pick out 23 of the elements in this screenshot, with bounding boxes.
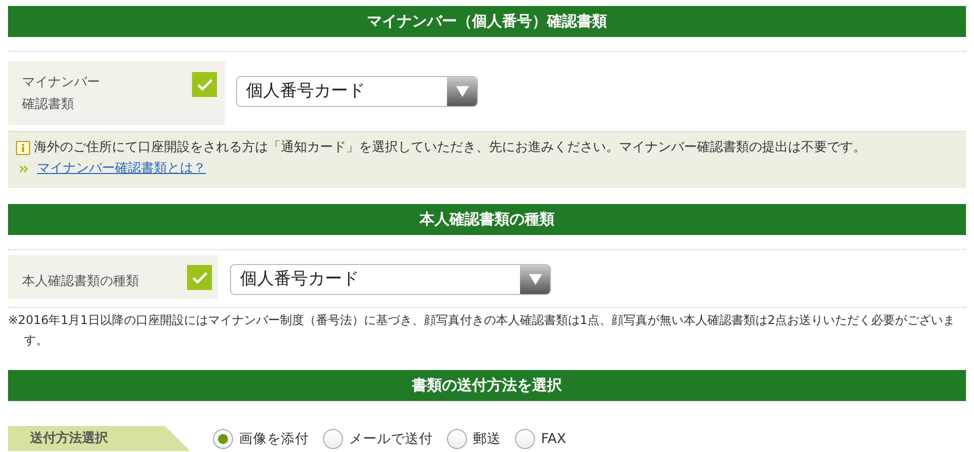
radio-option[interactable]: 画像を添付 <box>213 428 309 448</box>
radio-option[interactable]: FAX <box>515 428 566 448</box>
radio-button[interactable] <box>447 428 467 448</box>
info-icon <box>16 140 30 154</box>
radio-button[interactable] <box>213 428 233 448</box>
section-heading: 書類の送付方法を選択 <box>8 370 966 401</box>
field-label: 本人確認書類の種類 <box>22 272 139 290</box>
double-chevron-icon <box>19 164 29 172</box>
delivery-label: 送付方法選択 <box>8 426 190 451</box>
section-heading: 本人確認書類の種類 <box>8 204 966 235</box>
radio-option[interactable]: メールで送付 <box>323 428 433 448</box>
info-link[interactable]: マイナンバー確認書類とは？ <box>37 158 206 179</box>
document-select[interactable]: 個人番号カード <box>230 264 551 295</box>
note-text: ※2016年1月1日以降の口座開設にはマイナンバー制度（番号法）に基づき、顔写真付きの本人確認書類は1点、顔写真が無い本人確認書類は2点お送りいただく必要がございます。 <box>8 312 956 349</box>
document-select[interactable]: 個人番号カード <box>236 76 478 107</box>
section-heading: マイナンバー（個人番号）確認書類 <box>8 6 966 37</box>
radio-button[interactable] <box>515 428 535 448</box>
radio-option[interactable]: 郵送 <box>447 428 501 448</box>
checkbox[interactable] <box>187 265 212 290</box>
field-label: マイナンバー 確認書類 <box>22 74 100 114</box>
notice-text: 海外のご住所にて口座開設をされる方は「通知カード」を選択していただき、先にお進みください。マイナンバー確認書類の提出は不要です。 <box>34 139 866 157</box>
radio-button[interactable] <box>323 428 343 448</box>
checkbox[interactable] <box>192 72 217 97</box>
